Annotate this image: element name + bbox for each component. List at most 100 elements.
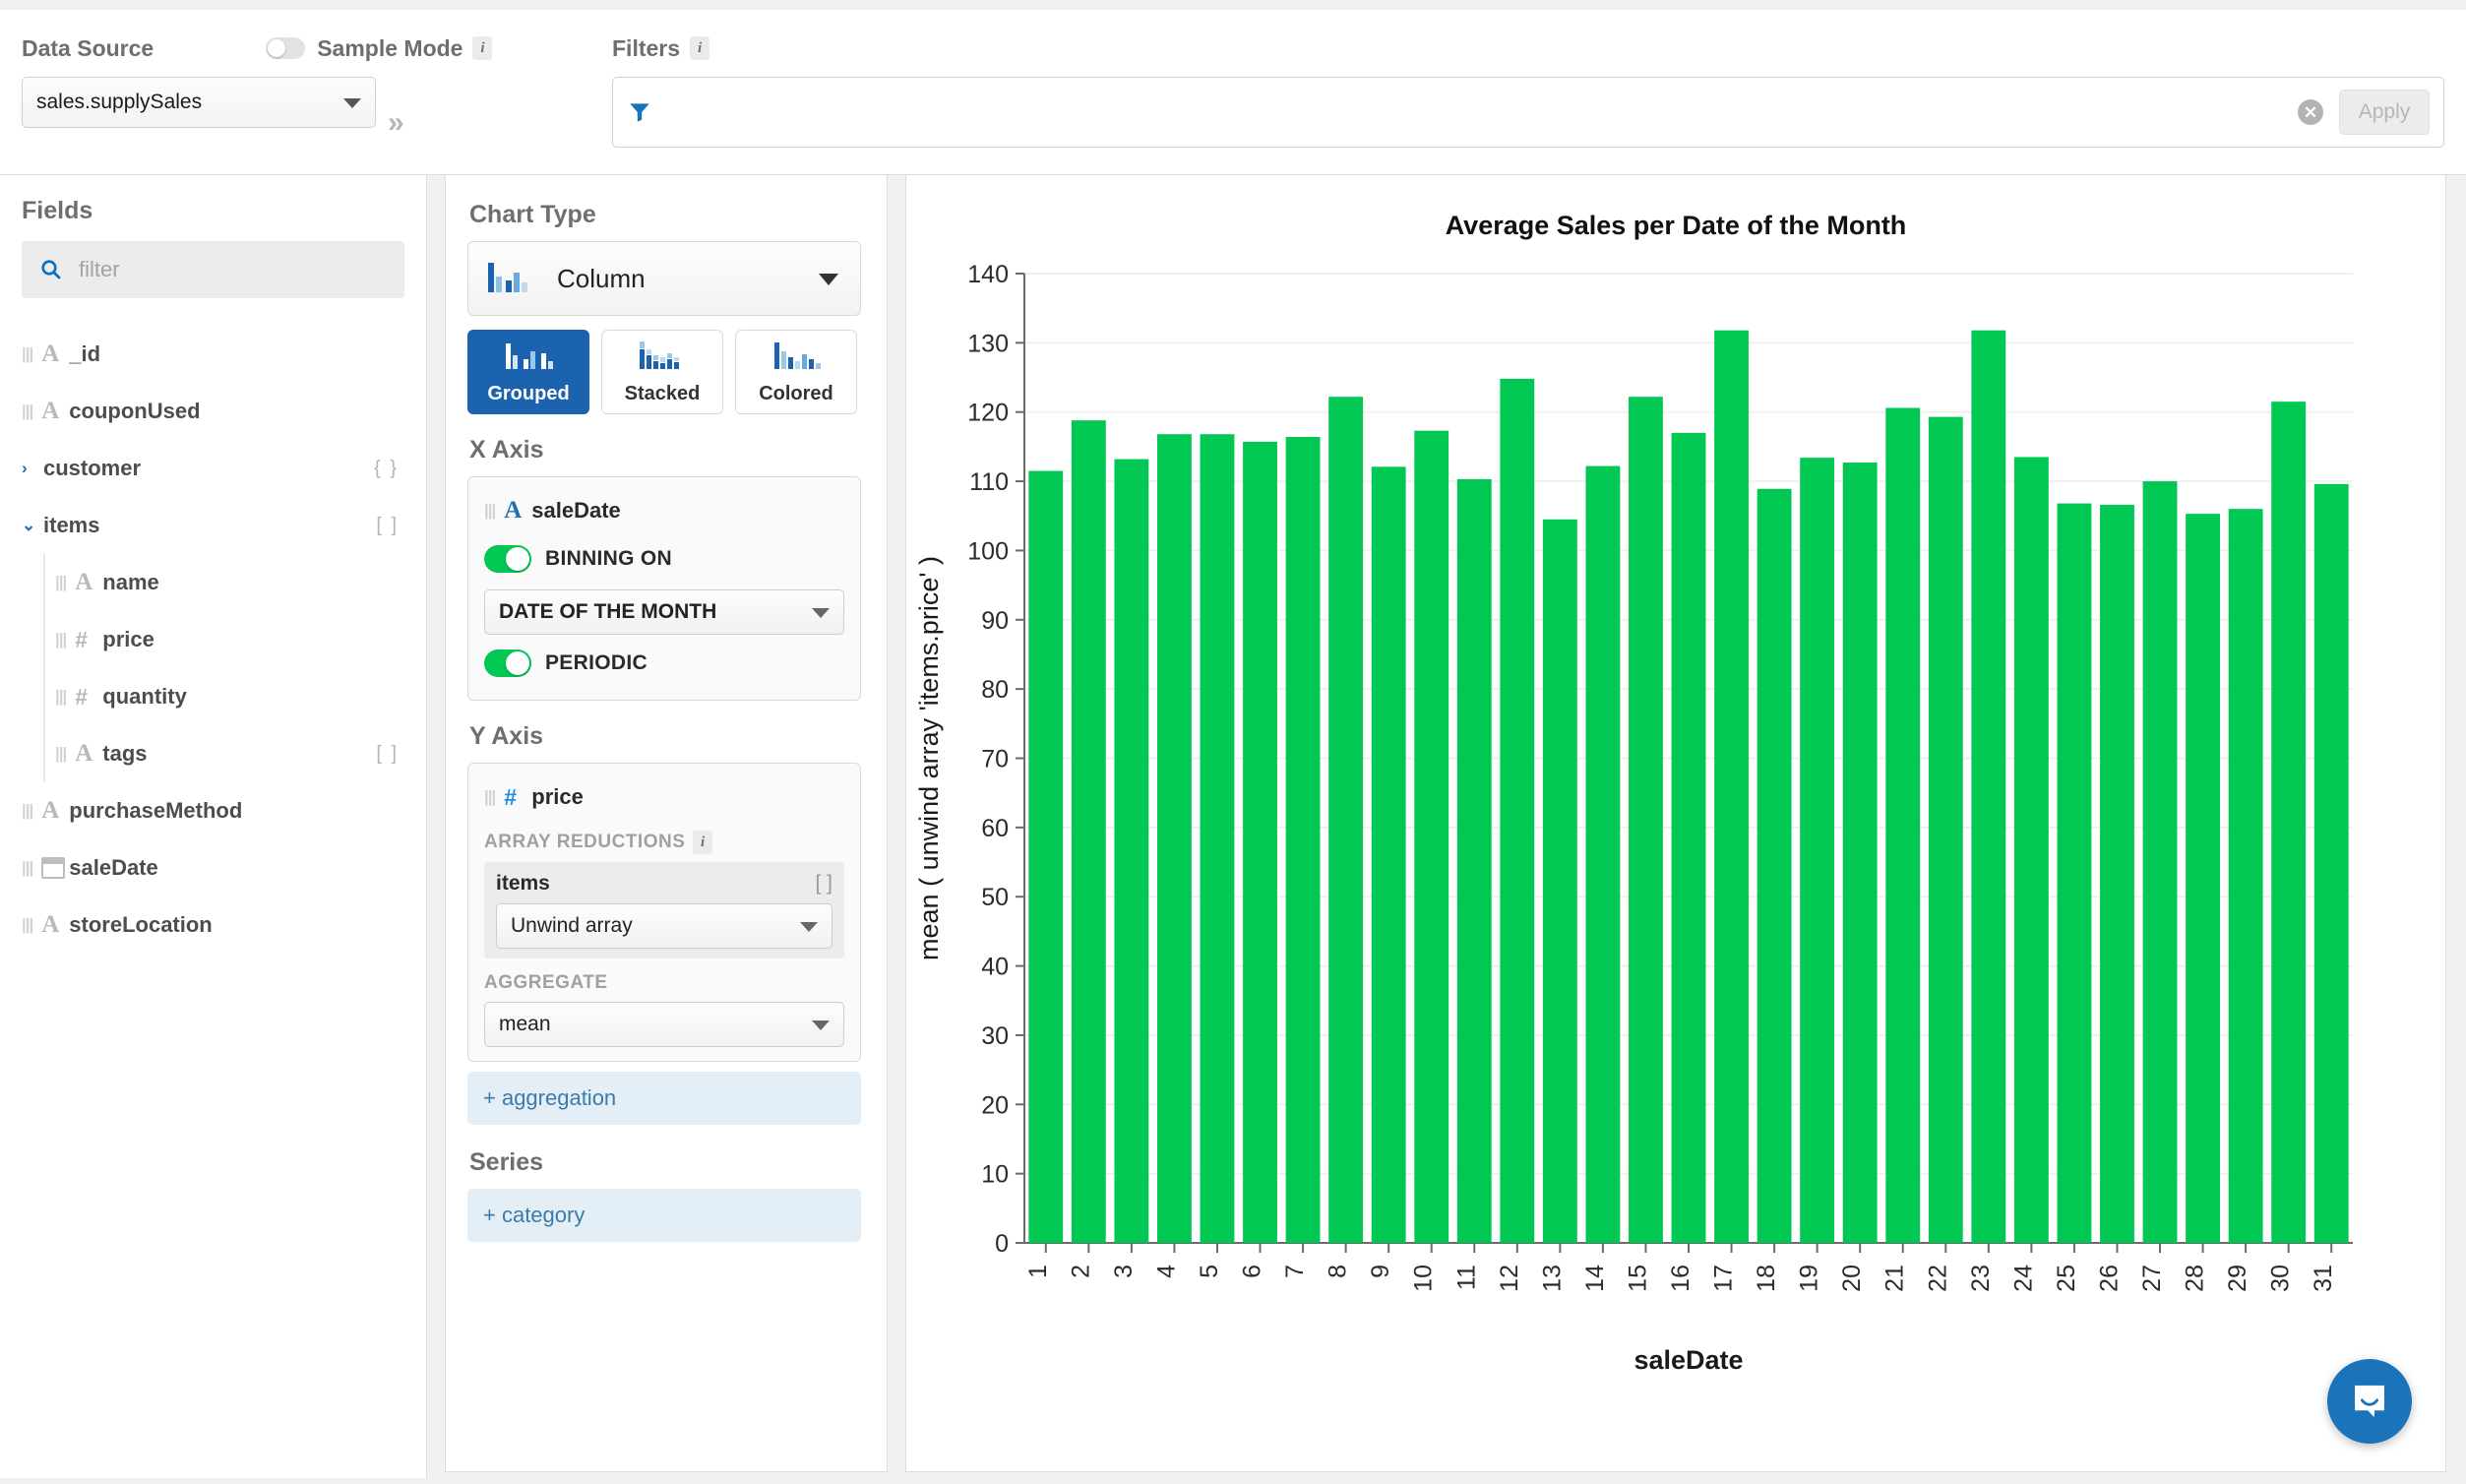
app-root: Data Source Sample Mode i sales.supplySa… (0, 0, 2466, 1484)
drag-handle-icon[interactable]: ||| (55, 573, 67, 592)
field-type-string-icon: A (41, 340, 60, 367)
bar[interactable] (1456, 478, 1492, 1243)
binning-toggle[interactable] (484, 545, 531, 573)
bar[interactable] (1757, 488, 1792, 1243)
drag-handle-icon[interactable]: ||| (22, 402, 33, 421)
aggregate-select[interactable]: mean (484, 1002, 844, 1047)
bar[interactable] (1542, 519, 1577, 1243)
bar[interactable] (1842, 463, 1878, 1243)
field-item-items[interactable]: ⌄ items [ ] (22, 497, 404, 554)
periodic-toggle-row[interactable]: PERIODIC (484, 641, 844, 686)
column-chart-icon (488, 263, 527, 292)
bar[interactable] (1629, 397, 1663, 1243)
bar[interactable] (1371, 466, 1406, 1243)
drag-handle-icon[interactable]: ||| (484, 787, 496, 807)
drag-handle-icon[interactable]: ||| (55, 744, 67, 764)
bar[interactable] (2271, 402, 2307, 1243)
bar[interactable] (1285, 437, 1321, 1243)
y-axis-field-name: price (531, 784, 584, 809)
field-item-price[interactable]: ||| # price (22, 611, 404, 668)
filter-input[interactable] (652, 99, 2298, 125)
bar[interactable] (1414, 430, 1449, 1243)
field-item-quantity[interactable]: ||| # quantity (22, 668, 404, 725)
field-item-tags[interactable]: ||| Atags [ ] (22, 725, 404, 782)
bar[interactable] (1500, 378, 1535, 1243)
x-axis-field-chip[interactable]: ||| A saleDate (484, 491, 844, 530)
y-axis-tick-label: 60 (981, 815, 1009, 842)
field-item-name[interactable]: ||| Aname (22, 554, 404, 611)
bar[interactable] (2142, 481, 2178, 1243)
chevron-right-icon[interactable]: › (22, 459, 43, 478)
clear-filter-icon[interactable]: ✕ (2298, 99, 2323, 125)
chart-variant-stacked-button[interactable]: Stacked (601, 330, 723, 414)
y-axis-tick-label: 80 (981, 676, 1009, 704)
expand-panel-icon[interactable]: » (388, 106, 404, 140)
drag-handle-icon[interactable]: ||| (22, 858, 33, 878)
chart-panel: Average Sales per Date of the Month 0 10 2… (905, 175, 2446, 1472)
chart-variant-grouped-button[interactable]: Grouped (467, 330, 589, 414)
bar[interactable] (1114, 459, 1149, 1243)
field-type-string-icon: A (504, 497, 523, 524)
field-item-label: name (102, 570, 159, 594)
array-reductions-info-icon[interactable]: i (693, 831, 713, 854)
chevron-down-icon[interactable]: ⌄ (22, 516, 43, 535)
x-axis-tick-label: 14 (1581, 1265, 1609, 1292)
fields-list: ||| A _id ||| AcouponUsed › customer { } ⌄ items [… (22, 326, 404, 954)
filters-info-icon[interactable]: i (690, 36, 710, 60)
data-source-select[interactable]: sales.supplySales (22, 77, 376, 128)
array-reduction-select[interactable]: Unwind array (496, 903, 832, 949)
bar[interactable] (2228, 509, 2263, 1243)
x-axis-tick-label: 9 (1367, 1265, 1394, 1278)
drag-handle-icon[interactable]: ||| (55, 630, 67, 649)
drag-handle-icon[interactable]: ||| (22, 801, 33, 821)
binning-toggle-row[interactable]: BINNING ON (484, 536, 844, 582)
bar[interactable] (2013, 457, 2049, 1243)
chart-type-select[interactable]: Column (467, 241, 861, 316)
add-aggregation-button[interactable]: + aggregation (467, 1072, 861, 1125)
chat-widget-button[interactable] (2327, 1359, 2412, 1444)
bar[interactable] (1328, 397, 1364, 1243)
field-item-customer[interactable]: › customer { } (22, 440, 404, 497)
field-item-saleDate[interactable]: ||| saleDate (22, 839, 404, 897)
fields-search-box[interactable] (22, 241, 404, 298)
bar[interactable] (1585, 465, 1621, 1243)
apply-button[interactable]: Apply (2339, 90, 2430, 135)
drag-handle-icon[interactable]: ||| (22, 344, 33, 364)
bar[interactable] (1157, 434, 1192, 1243)
bar[interactable] (1885, 407, 1921, 1243)
bar[interactable] (1071, 420, 1106, 1243)
field-item-id[interactable]: ||| A _id (22, 326, 404, 383)
nesting-guide (43, 554, 45, 782)
drag-handle-icon[interactable]: ||| (484, 501, 496, 521)
bar[interactable] (1200, 434, 1235, 1243)
data-source-value: sales.supplySales (36, 91, 203, 113)
periodic-label: PERIODIC (545, 651, 647, 674)
fields-search-input[interactable] (77, 256, 387, 283)
bar[interactable] (2057, 503, 2092, 1243)
drag-handle-icon[interactable]: ||| (55, 687, 67, 707)
chart-variant-colored-button[interactable]: Colored (735, 330, 857, 414)
add-category-button[interactable]: + category (467, 1189, 861, 1242)
field-item-couponUsed[interactable]: ||| AcouponUsed (22, 383, 404, 440)
field-item-storeLocation[interactable]: ||| AstoreLocation (22, 897, 404, 954)
fields-header: Fields (22, 197, 93, 224)
sample-mode-toggle[interactable] (266, 37, 306, 59)
binning-unit-value: DATE OF THE MONTH (499, 600, 717, 623)
bar[interactable] (1028, 470, 1064, 1244)
field-item-purchaseMethod[interactable]: ||| ApurchaseMethod (22, 782, 404, 839)
binning-unit-select[interactable]: DATE OF THE MONTH (484, 589, 844, 635)
fields-panel: Fields ||| A _id ||| AcouponUsed ›customer { }… (0, 175, 427, 1478)
bar[interactable] (1800, 458, 1835, 1243)
bar[interactable] (1243, 441, 1277, 1243)
drag-handle-icon[interactable]: ||| (22, 915, 33, 935)
bar[interactable] (2313, 483, 2349, 1243)
bar[interactable] (2186, 514, 2220, 1243)
sample-mode-info-icon[interactable]: i (472, 36, 493, 60)
bar[interactable] (1971, 330, 2006, 1243)
bar[interactable] (1714, 330, 1749, 1243)
y-axis-field-chip[interactable]: ||| # price (484, 777, 844, 817)
bar[interactable] (1671, 432, 1706, 1243)
periodic-toggle[interactable] (484, 649, 531, 677)
bar[interactable] (2100, 504, 2134, 1243)
bar[interactable] (1928, 416, 1963, 1243)
